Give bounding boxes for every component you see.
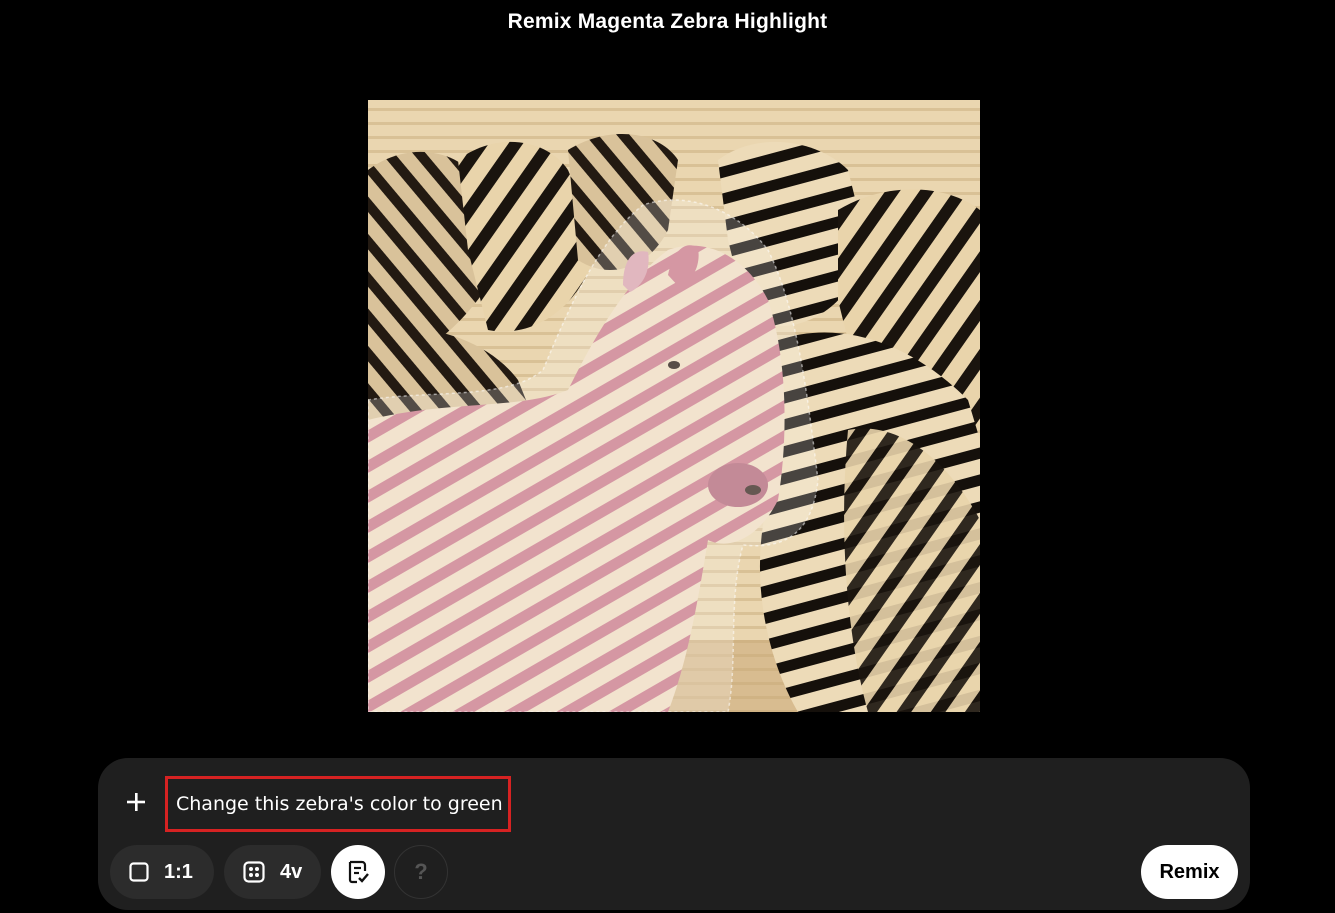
variants-label: 4v — [280, 860, 303, 883]
square-icon — [129, 862, 149, 882]
document-check-icon — [348, 860, 369, 884]
prompt-input[interactable] — [176, 793, 506, 815]
grid-dots-icon — [243, 861, 265, 883]
page: Remix Magenta Zebra Highlight Change thi… — [0, 0, 1335, 913]
image-canvas[interactable] — [368, 100, 980, 712]
help-button[interactable]: ? — [394, 845, 448, 899]
plus-icon — [127, 793, 145, 811]
page-title: Remix Magenta Zebra Highlight — [507, 10, 828, 33]
prompt-field-highlight — [165, 776, 511, 832]
remix-button[interactable]: Remix — [1141, 845, 1238, 899]
prompt-composer: 1:1 4v ? Remix — [98, 758, 1250, 910]
variants-button[interactable]: 4v — [224, 845, 321, 899]
aspect-ratio-button[interactable]: 1:1 — [110, 845, 214, 899]
aspect-ratio-label: 1:1 — [164, 860, 193, 883]
help-label: ? — [414, 859, 428, 884]
zebra-image — [368, 100, 980, 712]
add-attachment-button[interactable] — [120, 786, 152, 818]
prompt-helper-button[interactable] — [331, 845, 385, 899]
